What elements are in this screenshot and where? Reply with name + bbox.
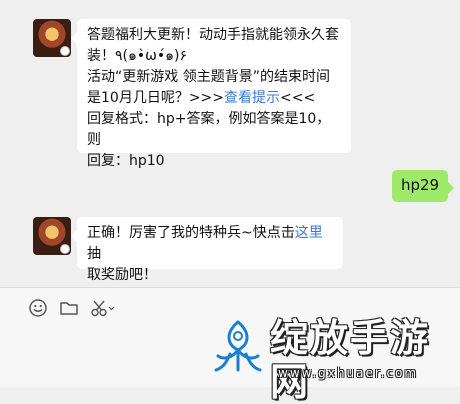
verified-badge-icon (60, 46, 70, 56)
folder-icon[interactable] (59, 298, 79, 318)
message-line: 正确！厉害了我的特种兵~快点击这里抽 (87, 223, 333, 265)
site-watermark: 绽放手游网 www.gxhuaer.com (212, 316, 458, 404)
message-text: hp29 (400, 176, 440, 194)
watermark-title: 绽放手游网 (270, 316, 431, 404)
watermark-url: www.gxhuaer.com (278, 366, 419, 380)
message-bubble-incoming-1[interactable]: 答题福利大更新！动动手指就能领永久套 装！٩(๑•̀ω•́๑)۶ 活动“更新游戏… (71, 19, 351, 169)
verified-badge-icon (60, 244, 70, 254)
watermark-logo-icon (214, 320, 262, 372)
message-line: 回复格式：hp+答案，例如答案是10，则 (87, 111, 331, 148)
message-line: 是10月几日呢？>>>查看提示<<< (87, 88, 341, 109)
scissors-icon[interactable] (90, 298, 116, 318)
message-text: <<< (280, 90, 316, 106)
avatar[interactable] (33, 19, 71, 57)
message-bubble-outgoing[interactable]: hp29 (392, 170, 454, 202)
message-line: 活动“更新游戏 领主题背景”的结束时间 (87, 69, 330, 85)
claim-reward-link[interactable]: 这里 (295, 225, 323, 241)
message-line: 回复：hp10 (87, 153, 165, 169)
avatar[interactable] (33, 217, 71, 255)
message-text: 是10月几日呢？>>> (87, 90, 225, 106)
message-bubble-incoming-2[interactable]: 正确！厉害了我的特种兵~快点击这里抽 取奖励吧！ (71, 217, 343, 283)
message-text: 正确！厉害了我的特种兵~快点击 (87, 225, 295, 241)
emoji-icon[interactable] (28, 298, 48, 318)
message-line: 答题福利大更新！动动手指就能领永久套 (87, 27, 339, 43)
view-hint-link[interactable]: 查看提示 (224, 90, 280, 106)
message-line: 取奖励吧！ (87, 267, 157, 283)
message-line: 装！٩(๑•̀ω•́๑)۶ (87, 48, 187, 64)
message-text: 抽 (87, 246, 101, 262)
